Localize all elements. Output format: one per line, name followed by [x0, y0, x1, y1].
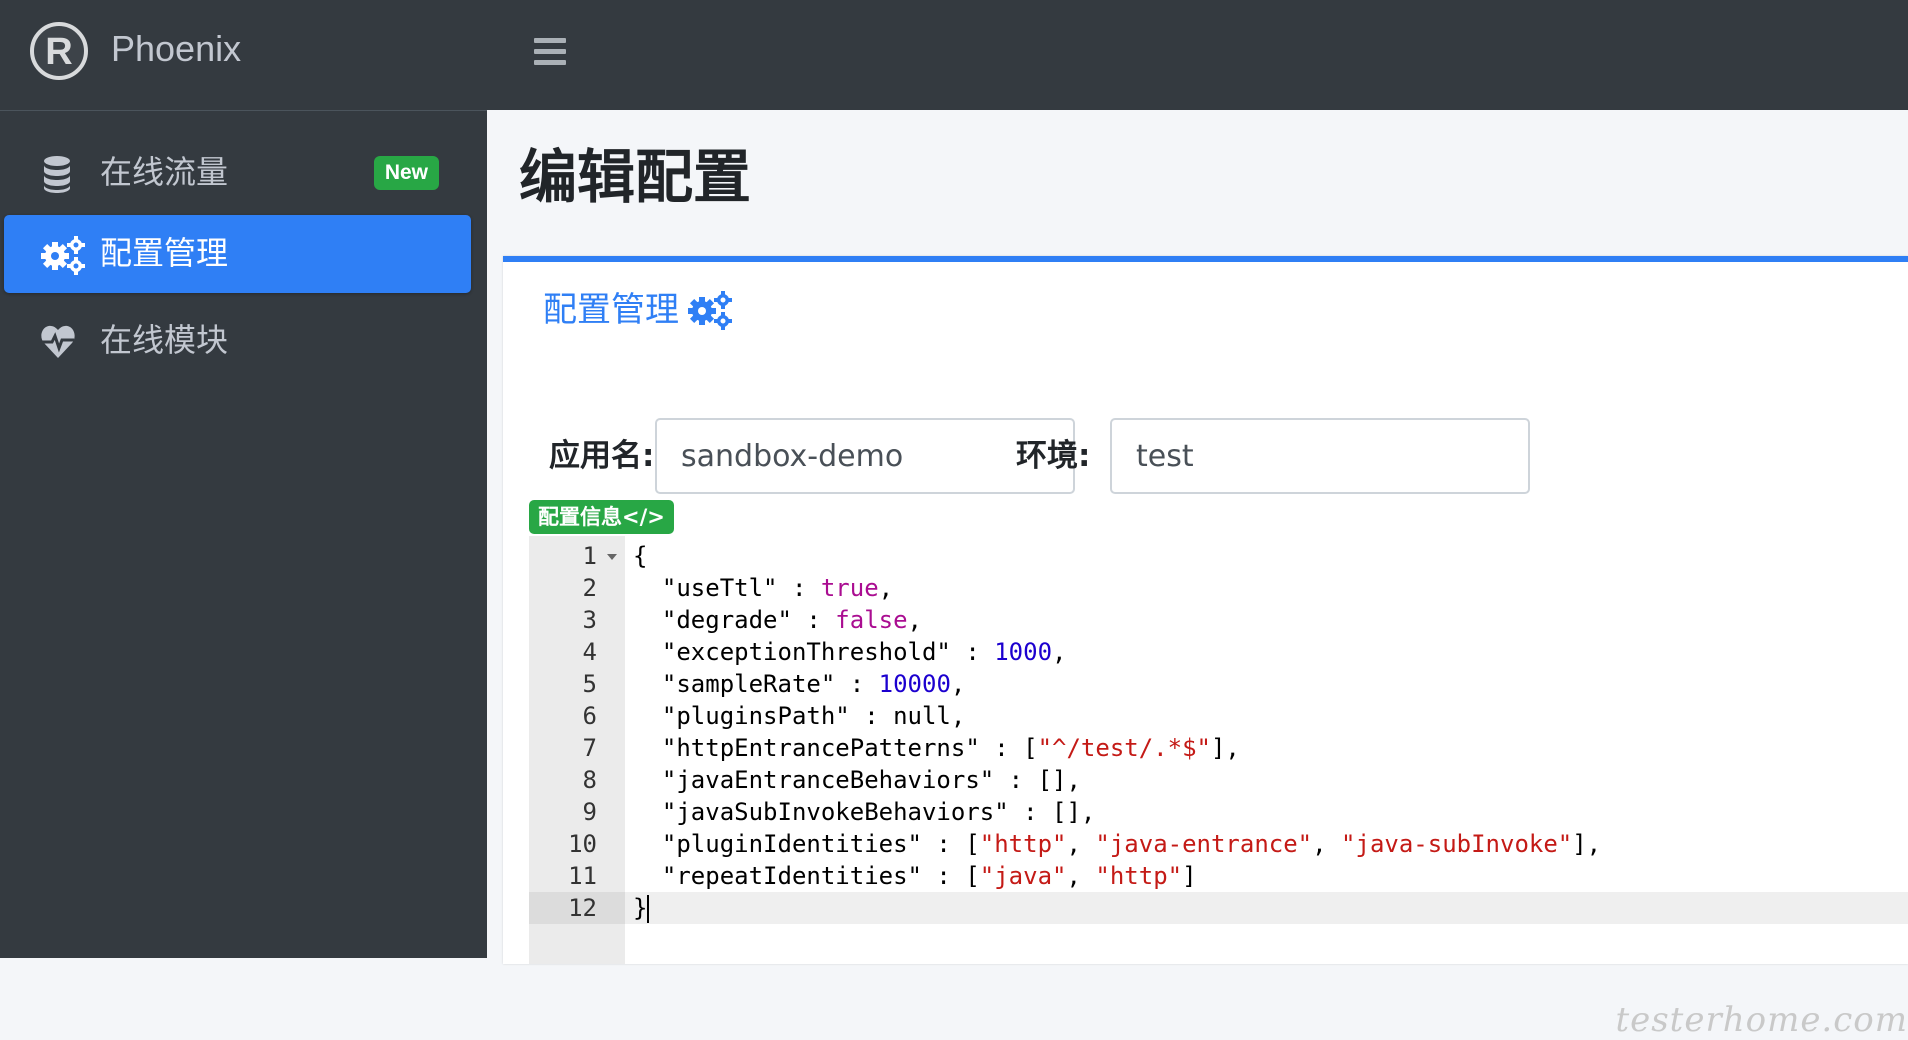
code-line[interactable]: 3 "degrade" : false, [529, 604, 1908, 636]
code-line[interactable]: 7 "httpEntrancePatterns" : ["^/test/.*$"… [529, 732, 1908, 764]
line-number: 9 [582, 798, 597, 826]
line-number: 6 [582, 702, 597, 730]
line-number: 4 [582, 638, 597, 666]
line-number: 3 [582, 606, 597, 634]
config-info-badge: 配置信息</> [529, 500, 674, 534]
code-text: "httpEntrancePatterns" : ["^/test/.*$"], [633, 734, 1240, 762]
code-text: "repeatIdentities" : ["java", "http"] [633, 862, 1197, 890]
code-line[interactable]: 5 "sampleRate" : 10000, [529, 668, 1908, 700]
code-line[interactable]: 2 "useTtl" : true, [529, 572, 1908, 604]
sidebar: R Phoenix 在线流量 New 配置管理 在线模块 [0, 0, 487, 958]
sidebar-item-label: 在线流量 [100, 153, 229, 191]
card-title: 配置管理 [543, 288, 733, 332]
line-number: 12 [568, 894, 597, 922]
code-text: "degrade" : false, [633, 606, 922, 634]
app-name-label: 应用名: [549, 438, 655, 474]
code-line[interactable]: 12} [529, 892, 1908, 924]
config-card: 配置管理 应用名: sandbox-demo 环境: test 配置信息</> … [503, 256, 1908, 964]
code-line[interactable]: 11 "repeatIdentities" : ["java", "http"] [529, 860, 1908, 892]
sidebar-item-label: 配置管理 [100, 234, 229, 272]
code-line[interactable]: 1{ [529, 540, 1908, 572]
line-number: 1 [582, 542, 597, 570]
json-code-editor[interactable]: 1{2 "useTtl" : true, 3 "degrade" : false,… [529, 536, 1908, 964]
brand-name: Phoenix [111, 28, 242, 69]
fold-arrow-icon[interactable] [607, 554, 617, 560]
line-number: 2 [582, 574, 597, 602]
app-name-input[interactable] [655, 418, 1075, 494]
line-number: 11 [568, 862, 597, 890]
sidebar-item-online-traffic[interactable]: 在线流量 New [4, 134, 471, 212]
page-title: 编辑配置 [519, 143, 752, 211]
code-text: "useTtl" : true, [633, 574, 894, 602]
sidebar-item-online-modules[interactable]: 在线模块 [4, 302, 471, 380]
line-number: 8 [582, 766, 597, 794]
cogs-icon [41, 236, 85, 275]
watermark: testerhome.com [1615, 1000, 1908, 1040]
cogs-icon [688, 291, 732, 330]
code-text: "exceptionThreshold" : 1000, [633, 638, 1067, 666]
code-line[interactable]: 4 "exceptionThreshold" : 1000, [529, 636, 1908, 668]
top-navbar [487, 0, 1908, 110]
code-text: } [633, 894, 650, 923]
brand-logo: R [30, 22, 88, 80]
code-text: "pluginsPath" : null, [633, 702, 966, 730]
database-icon [44, 156, 70, 193]
sidebar-item-label: 在线模块 [100, 321, 229, 359]
code-line[interactable]: 10 "pluginIdentities" : ["http", "java-e… [529, 828, 1908, 860]
line-number: 10 [568, 830, 597, 858]
env-label: 环境: [1016, 438, 1091, 474]
code-text: "sampleRate" : 10000, [633, 670, 966, 698]
code-text: "javaEntranceBehaviors" : [], [633, 766, 1081, 794]
line-number: 7 [582, 734, 597, 762]
code-text: "javaSubInvokeBehaviors" : [], [633, 798, 1096, 826]
hamburger-icon[interactable] [534, 38, 566, 66]
code-line[interactable]: 8 "javaEntranceBehaviors" : [], [529, 764, 1908, 796]
env-input[interactable] [1110, 418, 1530, 494]
brand[interactable]: R Phoenix [0, 0, 487, 111]
code-text: { [633, 542, 648, 570]
heartbeat-icon [41, 325, 75, 358]
code-text: "pluginIdentities" : ["http", "java-entr… [633, 830, 1602, 858]
card-title-text: 配置管理 [543, 290, 679, 330]
text-cursor [647, 895, 650, 923]
code-line[interactable]: 9 "javaSubInvokeBehaviors" : [], [529, 796, 1908, 828]
sidebar-item-config-management[interactable]: 配置管理 [4, 215, 471, 293]
new-badge: New [373, 156, 439, 190]
main-content: 编辑配置 配置管理 应用名: sandbox-demo 环境: test 配置信… [487, 110, 1908, 1040]
line-number: 5 [582, 670, 597, 698]
code-line[interactable]: 6 "pluginsPath" : null, [529, 700, 1908, 732]
